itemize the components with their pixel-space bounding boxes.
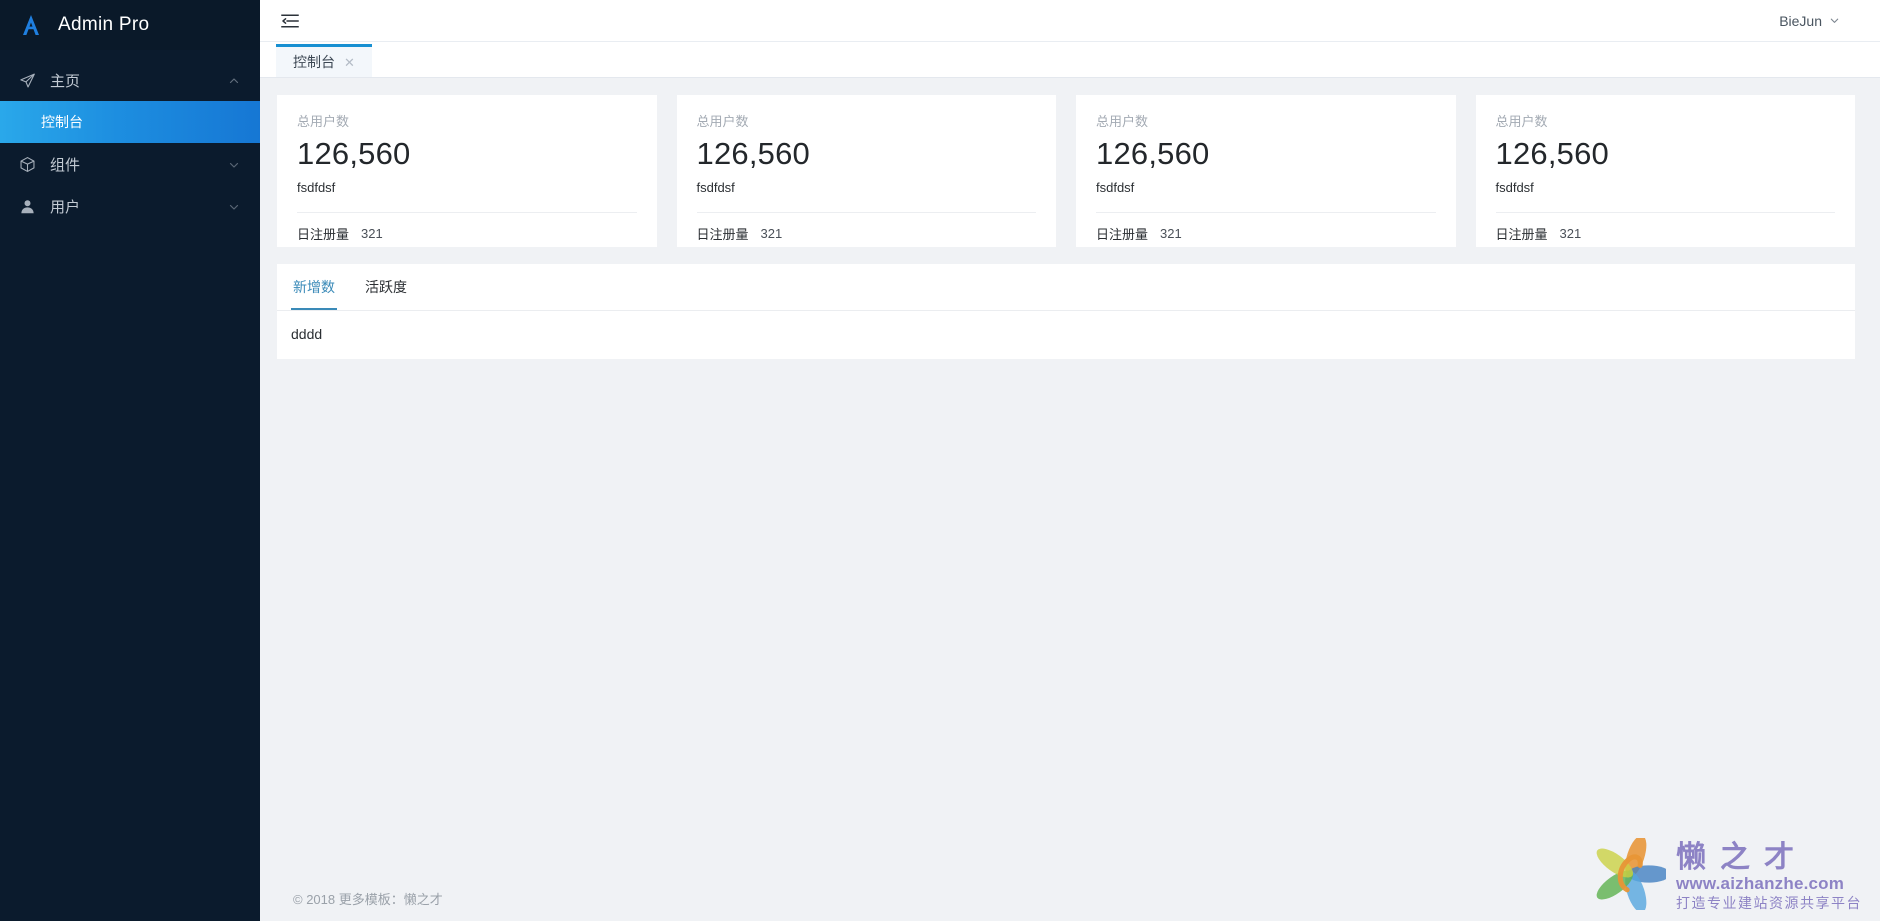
panel-body-text: dddd (291, 326, 323, 342)
user-name-label: BieJun (1779, 12, 1822, 29)
stat-card: 总用户数 126,560 fsdfdsf 日注册量 321 (676, 95, 1056, 247)
chevron-down-icon (228, 158, 240, 170)
sidebar: Admin Pro 主页 控制台 组件 用户 (0, 0, 260, 921)
panel-tab-list: 新增数 活跃度 (277, 264, 1855, 311)
footer-text: © 2018 更多模板：懒之才 (293, 891, 443, 907)
stat-card-footer-label: 日注册量 (1495, 226, 1548, 242)
sidebar-item-users[interactable]: 用户 (0, 185, 260, 227)
stat-card-footer-value: 321 (760, 225, 783, 241)
sidebar-item-label: 主页 (50, 72, 81, 90)
stat-card-footer-value: 321 (1160, 225, 1182, 241)
stat-card: 总用户数 126,560 fsdfdsf 日注册量 321 (1475, 95, 1855, 247)
stat-card-footer: 日注册量 321 (297, 213, 637, 243)
sidebar-item-label: 用户 (50, 198, 81, 216)
stat-card-footer-value: 321 (361, 225, 383, 241)
panel-tab-label: 活跃度 (365, 279, 407, 295)
stat-card-label: 总用户数 (1096, 114, 1149, 129)
stat-card-value: 126,560 (696, 135, 810, 171)
stat-card-footer-label: 日注册量 (1096, 226, 1149, 242)
stat-card-subtext: fsdfdsf (297, 179, 336, 195)
stat-card-footer: 日注册量 321 (1096, 213, 1436, 243)
tab-label: 控制台 (293, 54, 336, 70)
panel-tab-label: 新增数 (293, 279, 335, 295)
stat-card-subtext: fsdfdsf (696, 179, 735, 195)
stat-card-subtext: fsdfdsf (1096, 179, 1135, 195)
stat-card-subtext: fsdfdsf (1495, 179, 1534, 195)
user-icon (18, 197, 37, 216)
main-area: BieJun 控制台 ✕ 总用户数 126,560 fsdfdsf 日注册量 3… (260, 0, 1880, 921)
sidebar-subitem-label: 控制台 (41, 114, 83, 130)
sidebar-item-home[interactable]: 主页 (0, 59, 260, 101)
stat-card-label: 总用户数 (297, 114, 350, 129)
close-icon[interactable]: ✕ (344, 56, 355, 69)
stat-card-footer-label: 日注册量 (696, 226, 749, 242)
stat-card-value: 126,560 (1495, 135, 1609, 171)
tab-new-count[interactable]: 新增数 (291, 264, 337, 310)
tab-console[interactable]: 控制台 ✕ (276, 44, 372, 77)
stat-card-footer-value: 321 (1559, 225, 1582, 241)
stat-card: 总用户数 126,560 fsdfdsf 日注册量 321 (277, 95, 657, 247)
stat-card-footer-label: 日注册量 (297, 226, 350, 242)
menu-fold-icon[interactable] (277, 8, 303, 34)
user-menu[interactable]: BieJun (1779, 13, 1858, 29)
page-footer: © 2018 更多模板：懒之才 (260, 875, 1880, 921)
app-title: Admin Pro (58, 14, 150, 35)
sidebar-nav: 主页 控制台 组件 用户 (0, 59, 260, 227)
stat-card-label: 总用户数 (696, 114, 749, 129)
stat-card-value: 126,560 (297, 135, 411, 171)
sidebar-logo[interactable]: Admin Pro (0, 0, 260, 50)
tab-strip: 控制台 ✕ (260, 42, 1880, 78)
sidebar-item-label: 组件 (50, 156, 81, 174)
chevron-up-icon (228, 74, 240, 86)
stat-card-label: 总用户数 (1495, 114, 1548, 129)
stat-card: 总用户数 126,560 fsdfdsf 日注册量 321 (1076, 95, 1456, 247)
paper-plane-icon (18, 71, 37, 90)
cube-icon (18, 155, 37, 174)
chevron-down-icon (1829, 13, 1840, 29)
topbar: BieJun (260, 0, 1880, 42)
stat-card-row: 总用户数 126,560 fsdfdsf 日注册量 321 总用户数 126,5… (277, 95, 1855, 247)
chart-panel: 新增数 活跃度 dddd (277, 264, 1855, 359)
sidebar-item-console[interactable]: 控制台 (0, 101, 260, 143)
chevron-down-icon (228, 200, 240, 212)
stat-card-footer: 日注册量 321 (1496, 213, 1836, 243)
letter-a-logo-icon (18, 11, 44, 39)
stat-card-value: 126,560 (1096, 135, 1210, 171)
content-area: 总用户数 126,560 fsdfdsf 日注册量 321 总用户数 126,5… (260, 78, 1880, 875)
stat-card-footer: 日注册量 321 (697, 213, 1037, 243)
app-root: Admin Pro 主页 控制台 组件 用户 BieJun 控制台 ✕ 总用户数… (0, 0, 1880, 921)
sidebar-item-components[interactable]: 组件 (0, 143, 260, 185)
tab-activity[interactable]: 活跃度 (363, 264, 409, 310)
